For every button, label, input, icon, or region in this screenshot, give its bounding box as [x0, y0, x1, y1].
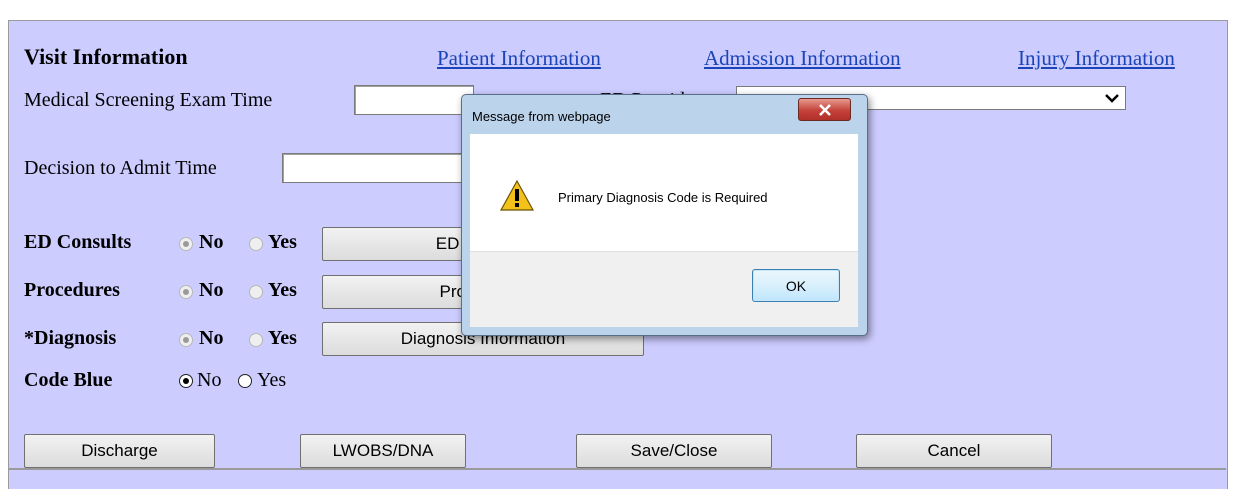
code-blue-no-radio[interactable] — [179, 374, 193, 388]
mse-time-input[interactable] — [354, 85, 474, 115]
form-title: Visit Information — [24, 44, 188, 69]
code-blue-yes-label: Yes — [257, 369, 287, 391]
save-close-button[interactable]: Save/Close — [576, 434, 772, 468]
code-blue-label: Code Blue — [24, 369, 113, 391]
code-blue-yes-radio[interactable] — [238, 374, 252, 388]
close-icon — [818, 103, 831, 116]
diagnosis-label: *Diagnosis — [24, 327, 117, 349]
ed-consults-yes-label: Yes — [268, 231, 297, 253]
ed-consults-yes-radio[interactable] — [249, 237, 263, 251]
ok-button[interactable]: OK — [752, 269, 840, 302]
procedures-yes-label: Yes — [268, 279, 297, 301]
chevron-down-icon — [1105, 94, 1119, 103]
procedures-no-radio[interactable] — [179, 285, 193, 299]
code-blue-no-label: No — [197, 369, 222, 391]
diagnosis-yes-label: Yes — [268, 327, 297, 349]
procedures-label: Procedures — [24, 279, 120, 301]
dialog-message: Primary Diagnosis Code is Required — [558, 190, 768, 205]
tab-admission-information[interactable]: Admission Information — [704, 46, 901, 71]
tab-injury-information[interactable]: Injury Information — [1018, 46, 1175, 71]
discharge-button[interactable]: Discharge — [24, 434, 215, 468]
warning-icon — [500, 180, 534, 211]
procedures-no-label: No — [199, 279, 224, 301]
decision-to-admit-label: Decision to Admit Time — [24, 157, 217, 179]
lwobs-dna-button[interactable]: LWOBS/DNA — [300, 434, 466, 468]
tab-patient-information[interactable]: Patient Information — [437, 46, 601, 71]
form-divider — [8, 468, 1226, 470]
mse-time-label: Medical Screening Exam Time — [24, 89, 273, 111]
cancel-button[interactable]: Cancel — [856, 434, 1052, 468]
dialog-body: Primary Diagnosis Code is Required — [470, 134, 858, 251]
diagnosis-no-radio[interactable] — [179, 333, 193, 347]
ed-consults-label: ED Consults — [24, 231, 132, 253]
message-dialog: Message from webpage Primary Diagnosis C… — [461, 94, 868, 336]
dialog-footer: OK — [470, 251, 858, 327]
dialog-title: Message from webpage — [472, 109, 611, 124]
diagnosis-yes-radio[interactable] — [249, 333, 263, 347]
decision-to-admit-input[interactable] — [282, 153, 474, 183]
dialog-close-button[interactable] — [798, 98, 851, 121]
ed-consults-no-label: No — [199, 231, 224, 253]
diagnosis-no-label: No — [199, 327, 224, 349]
procedures-yes-radio[interactable] — [249, 285, 263, 299]
ed-consults-no-radio[interactable] — [179, 237, 193, 251]
